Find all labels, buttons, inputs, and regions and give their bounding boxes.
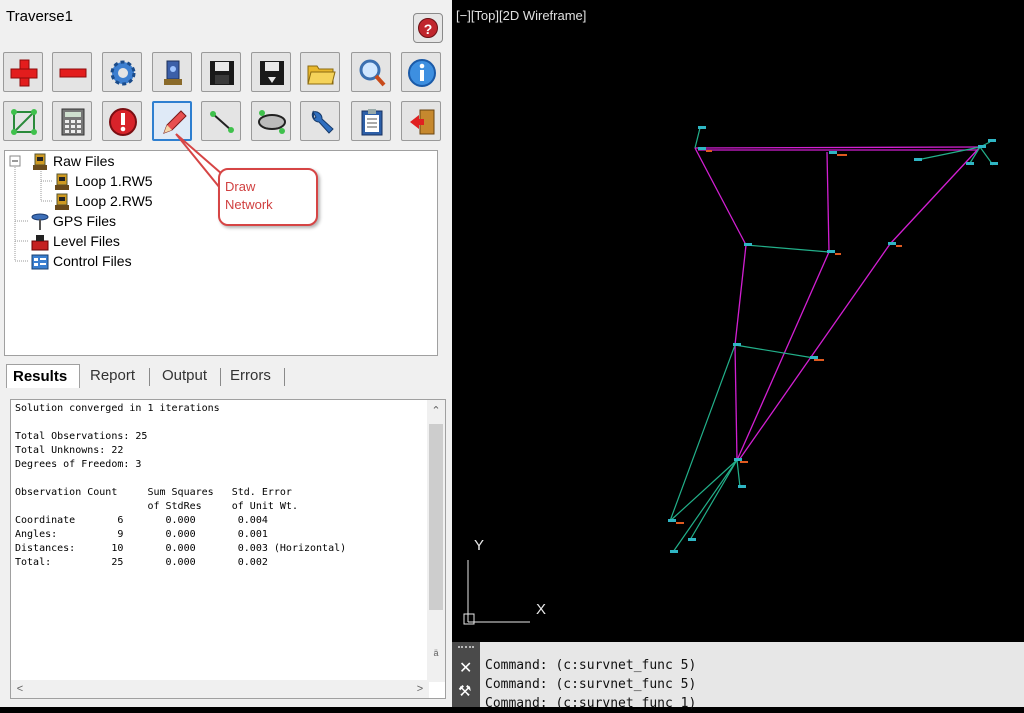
calculator-icon	[61, 108, 85, 136]
scroll-end-icon: ä	[433, 648, 439, 658]
search-button[interactable]	[351, 52, 391, 92]
draw-network-callout: Draw Network	[218, 168, 318, 226]
grip-icon[interactable]	[458, 646, 474, 652]
tree-item-label: Loop 2.RW5	[75, 193, 153, 209]
callout-line-2: Network	[225, 197, 273, 212]
tab-separator	[149, 368, 150, 386]
command-line-sidebar: ✕ ⚒	[452, 642, 480, 707]
results-text: Solution converged in 1 iterations Total…	[15, 403, 347, 568]
scroll-thumb[interactable]	[429, 424, 443, 610]
command-history: Command: (c:survnet_func 5) Command: (c:…	[485, 656, 696, 713]
floppy-icon	[210, 61, 234, 85]
total-station-icon	[164, 60, 182, 85]
network-drawing	[463, 126, 998, 625]
save-as-button[interactable]	[251, 52, 291, 92]
tree-item-label: Control Files	[53, 253, 132, 269]
remove-button[interactable]	[52, 52, 92, 92]
folder-icon	[307, 65, 336, 85]
add-button[interactable]	[3, 52, 43, 92]
results-vertical-scrollbar[interactable]: ⌃ ä	[427, 400, 445, 682]
open-button[interactable]	[300, 52, 340, 92]
traverse-lines	[694, 146, 981, 461]
tab-output[interactable]: Output	[156, 364, 222, 388]
cad-viewport[interactable]: Y X	[452, 0, 1024, 642]
settings-button[interactable]	[102, 52, 142, 92]
scroll-up-icon[interactable]: ⌃	[427, 402, 445, 420]
results-horizontal-scrollbar[interactable]: < >	[11, 680, 429, 698]
command-line: Command: (c:survnet_func 5)	[485, 677, 697, 692]
instrument-button[interactable]	[152, 52, 192, 92]
survnet-panel: Traverse1 ? Raw Files Loop 1.RW5 Loop 2.…	[0, 0, 452, 707]
callout-line-1: Draw	[225, 179, 256, 194]
ellipse-icon	[258, 110, 286, 134]
question-icon: ?	[418, 18, 438, 38]
instrument-icon	[33, 153, 47, 170]
polygon-icon	[11, 109, 37, 135]
save-button[interactable]	[201, 52, 241, 92]
info-icon	[408, 59, 436, 87]
clipboard-icon	[361, 109, 383, 136]
tree-item-label: Loop 1.RW5	[75, 173, 153, 189]
report-button[interactable]	[351, 101, 391, 141]
panel-title: Traverse1	[6, 8, 73, 25]
tree-item-label: Raw Files	[53, 153, 115, 169]
tree-item-label: GPS Files	[53, 213, 117, 229]
instrument-icon	[55, 193, 69, 210]
viewport-controls-label[interactable]: [−][Top][2D Wireframe]	[456, 8, 586, 23]
info-button[interactable]	[401, 52, 441, 92]
exit-door-icon	[410, 109, 435, 135]
results-pane[interactable]: Solution converged in 1 iterations Total…	[10, 399, 446, 699]
tools-button[interactable]	[300, 101, 340, 141]
close-icon[interactable]: ✕	[459, 658, 472, 678]
tree-item-label: Level Files	[53, 233, 120, 249]
ucs-icon	[463, 560, 530, 625]
tab-report[interactable]: Report	[84, 364, 148, 388]
ucs-x-label: X	[536, 601, 547, 618]
exit-button[interactable]	[401, 101, 441, 141]
tab-results[interactable]: Results	[6, 364, 80, 388]
scroll-right-icon[interactable]: >	[411, 680, 429, 698]
command-line: Command: (c:survnet_func 5)	[485, 658, 697, 673]
ucs-y-label: Y	[474, 537, 485, 554]
draw-ellipses-button[interactable]	[251, 101, 291, 141]
alert-icon	[109, 108, 137, 136]
network-button[interactable]	[3, 101, 43, 141]
plus-icon	[10, 59, 38, 87]
wrench-icon	[311, 110, 334, 134]
instrument-icon	[55, 173, 69, 190]
error-button[interactable]	[102, 101, 142, 141]
minus-icon	[59, 68, 87, 78]
tab-errors[interactable]: Errors	[224, 364, 286, 388]
level-icon	[31, 235, 49, 251]
help-button[interactable]: ?	[413, 13, 443, 43]
scroll-left-icon[interactable]: <	[11, 680, 29, 698]
save-as-icon	[260, 61, 284, 85]
calculator-button[interactable]	[52, 101, 92, 141]
gps-icon	[31, 213, 49, 230]
gear-icon	[110, 60, 136, 86]
control-icon	[31, 254, 49, 270]
command-line: Command: (c:survnet_func 1)	[485, 696, 697, 711]
tab-separator	[220, 368, 221, 386]
tab-separator	[284, 368, 285, 386]
wrench-icon[interactable]: ⚒	[458, 682, 471, 700]
magnifier-icon	[359, 59, 386, 87]
